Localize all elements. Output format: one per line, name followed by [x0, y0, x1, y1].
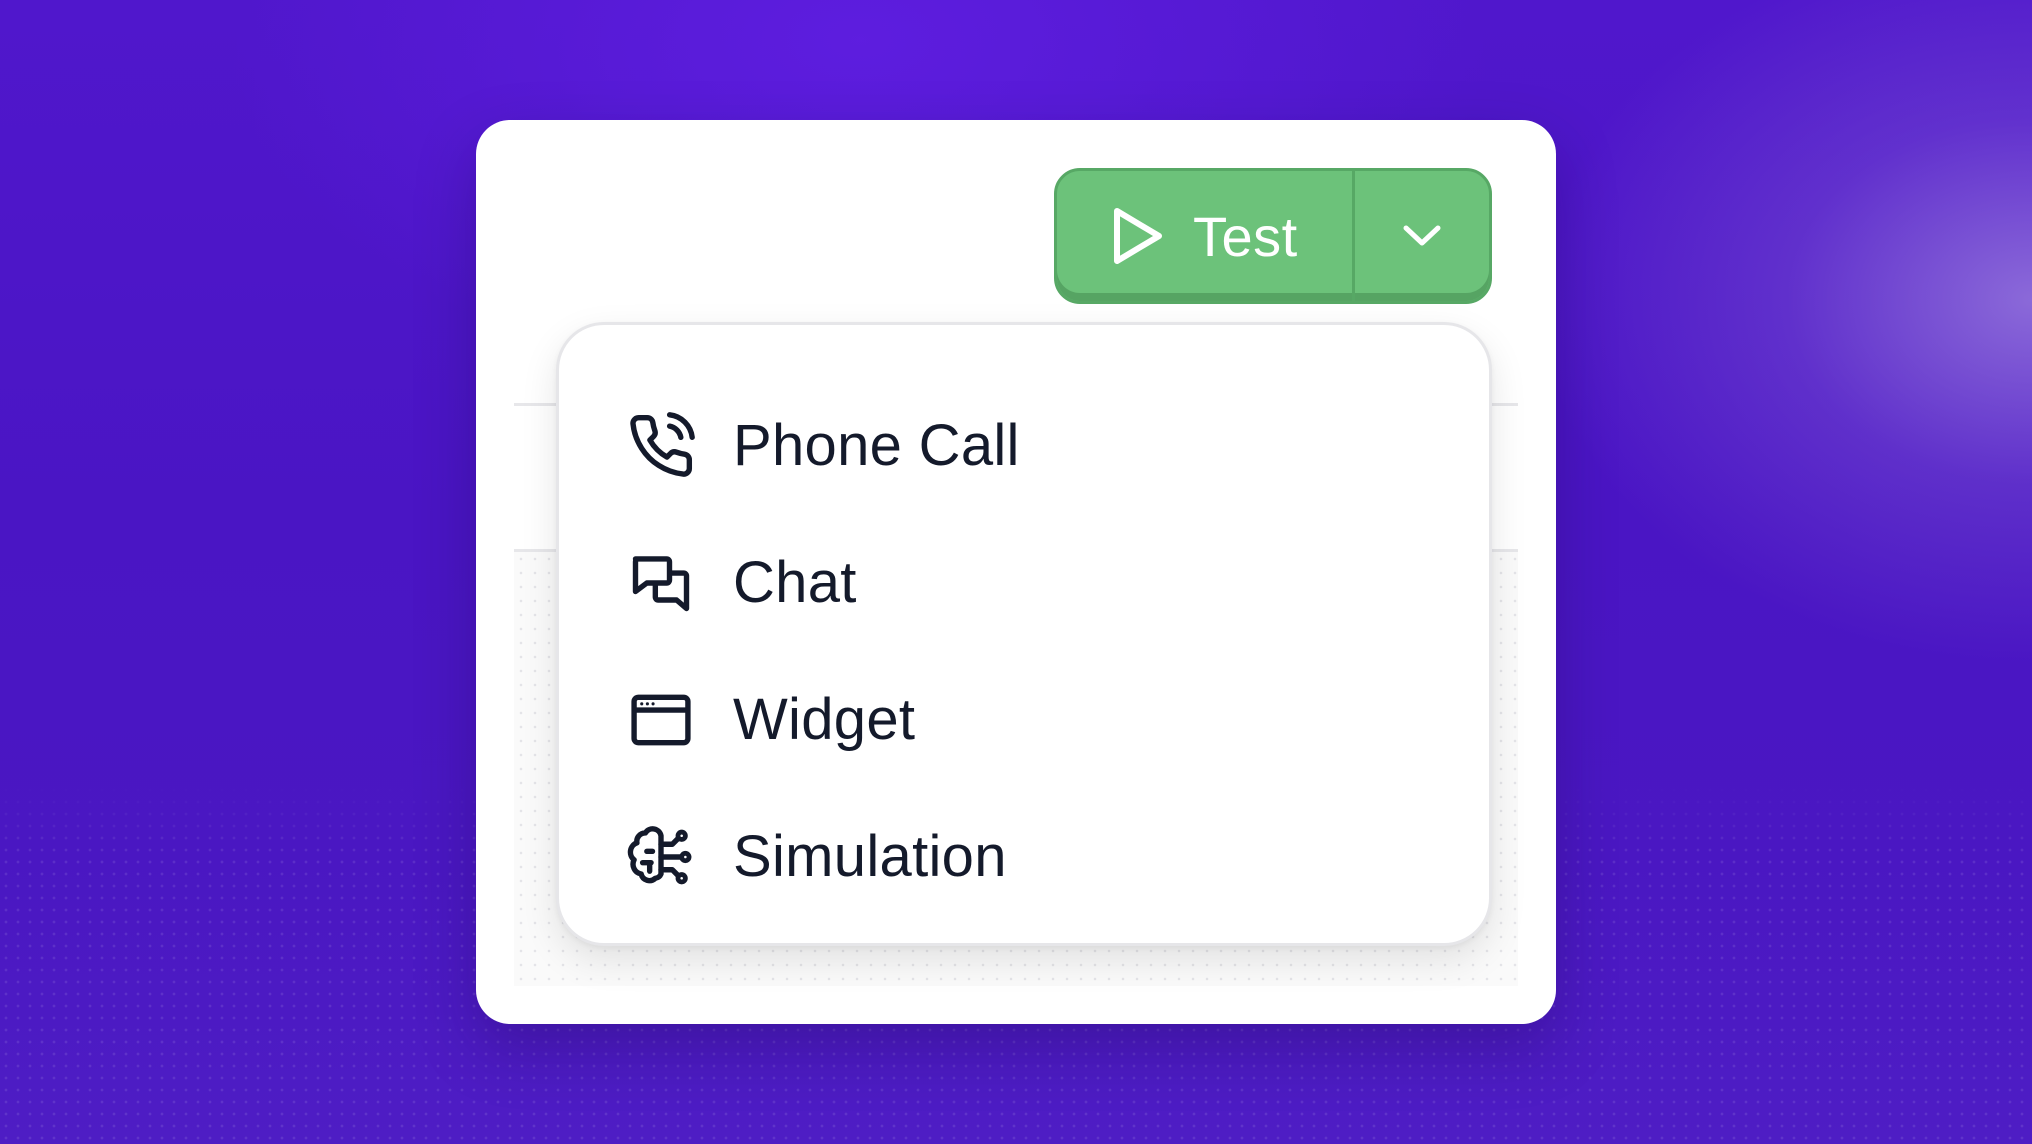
chevron-down-icon: [1403, 225, 1441, 246]
test-button-label: Test: [1193, 204, 1298, 268]
test-split-button: Test: [1054, 168, 1492, 304]
menu-item-widget[interactable]: Widget: [559, 651, 1489, 788]
menu-item-label: Widget: [733, 687, 916, 752]
play-icon: [1114, 208, 1162, 264]
test-mode-dropdown-menu: Phone Call Chat Widget Simulation: [556, 322, 1492, 946]
panel-card: Test Phone Call Chat Widget Simulation: [476, 120, 1556, 1024]
browser-window-icon: [631, 694, 691, 745]
menu-item-chat[interactable]: Chat: [559, 514, 1489, 651]
test-dropdown-toggle[interactable]: [1355, 171, 1489, 301]
menu-item-label: Phone Call: [733, 413, 1020, 478]
chat-bubbles-icon: [632, 555, 690, 611]
menu-item-simulation[interactable]: Simulation: [559, 788, 1489, 925]
menu-item-phone-call[interactable]: Phone Call: [559, 377, 1489, 514]
menu-item-label: Simulation: [733, 824, 1007, 889]
menu-item-label: Chat: [733, 550, 857, 615]
phone-call-icon: [630, 411, 695, 477]
test-button[interactable]: Test: [1057, 171, 1355, 301]
brain-circuit-icon: [627, 825, 692, 884]
